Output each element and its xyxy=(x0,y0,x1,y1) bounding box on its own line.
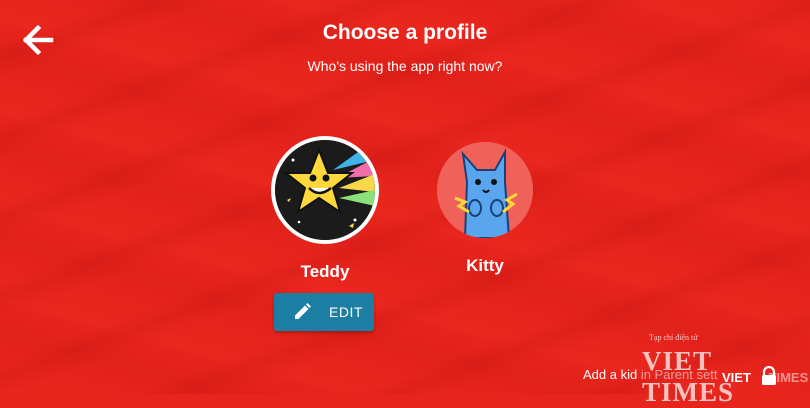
profile-name: Kitty xyxy=(466,256,504,275)
page-title: Choose a profile xyxy=(322,21,488,44)
cat-avatar-icon xyxy=(437,142,533,238)
profile-teddy[interactable]: Teddy xyxy=(270,136,380,282)
add-kid-text: Add a kid xyxy=(583,367,638,382)
profile-kitty[interactable]: Kitty xyxy=(430,136,540,276)
page-subtitle: Who's using the app right now? xyxy=(307,58,503,74)
pencil-icon xyxy=(292,302,312,322)
watermark-tagline: Tạp chí điện tử xyxy=(649,333,698,342)
profile-name: Teddy xyxy=(300,262,350,281)
star-avatar-icon xyxy=(271,136,379,244)
lock-icon[interactable] xyxy=(760,365,778,386)
edit-button[interactable]: EDIT xyxy=(274,293,374,331)
watermark-brand-small-text: VIET xyxy=(722,370,751,385)
edit-button-label: EDIT xyxy=(329,304,363,320)
